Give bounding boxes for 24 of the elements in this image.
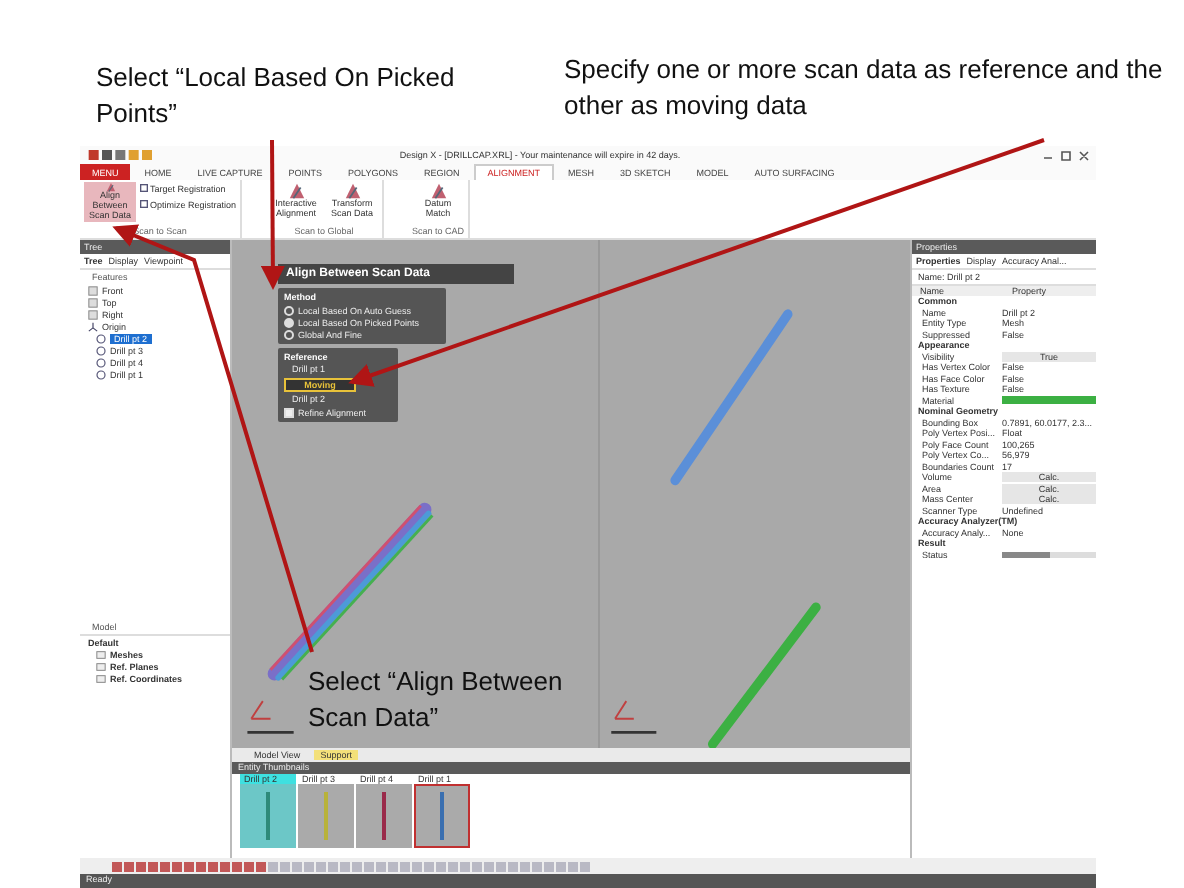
slider-fill[interactable]	[1002, 551, 1049, 558]
triangle-icon	[287, 182, 306, 200]
thumbnail-image[interactable]	[240, 784, 296, 848]
thumbnail-image[interactable]	[298, 784, 354, 848]
square-icon	[140, 184, 148, 192]
triangle-icon	[101, 182, 119, 193]
callout-text: Specify one or more scan data as reference and the other as moving data	[564, 52, 1164, 124]
radio-button[interactable]	[284, 329, 294, 339]
callout-text: Select “Align Between Scan Data”	[308, 664, 565, 735]
quick-access-icon[interactable]	[86, 150, 158, 160]
color-swatch[interactable]	[1002, 396, 1096, 405]
square-icon	[140, 200, 148, 208]
radio-button[interactable]	[284, 317, 294, 327]
radio-button[interactable]	[284, 305, 294, 315]
axis-triad-icon	[611, 700, 657, 734]
thumbnail-image[interactable]	[414, 784, 470, 848]
axis-triad-icon	[247, 700, 294, 734]
checkbox[interactable]	[284, 407, 294, 417]
callout-text: Select “Local Based On Picked Points”	[96, 60, 457, 132]
triangle-icon	[429, 182, 448, 200]
axes-icon	[88, 321, 98, 331]
window-controls-icon[interactable]	[1042, 149, 1090, 161]
thumbnail-image[interactable]	[356, 784, 412, 848]
triangle-icon	[343, 182, 362, 200]
